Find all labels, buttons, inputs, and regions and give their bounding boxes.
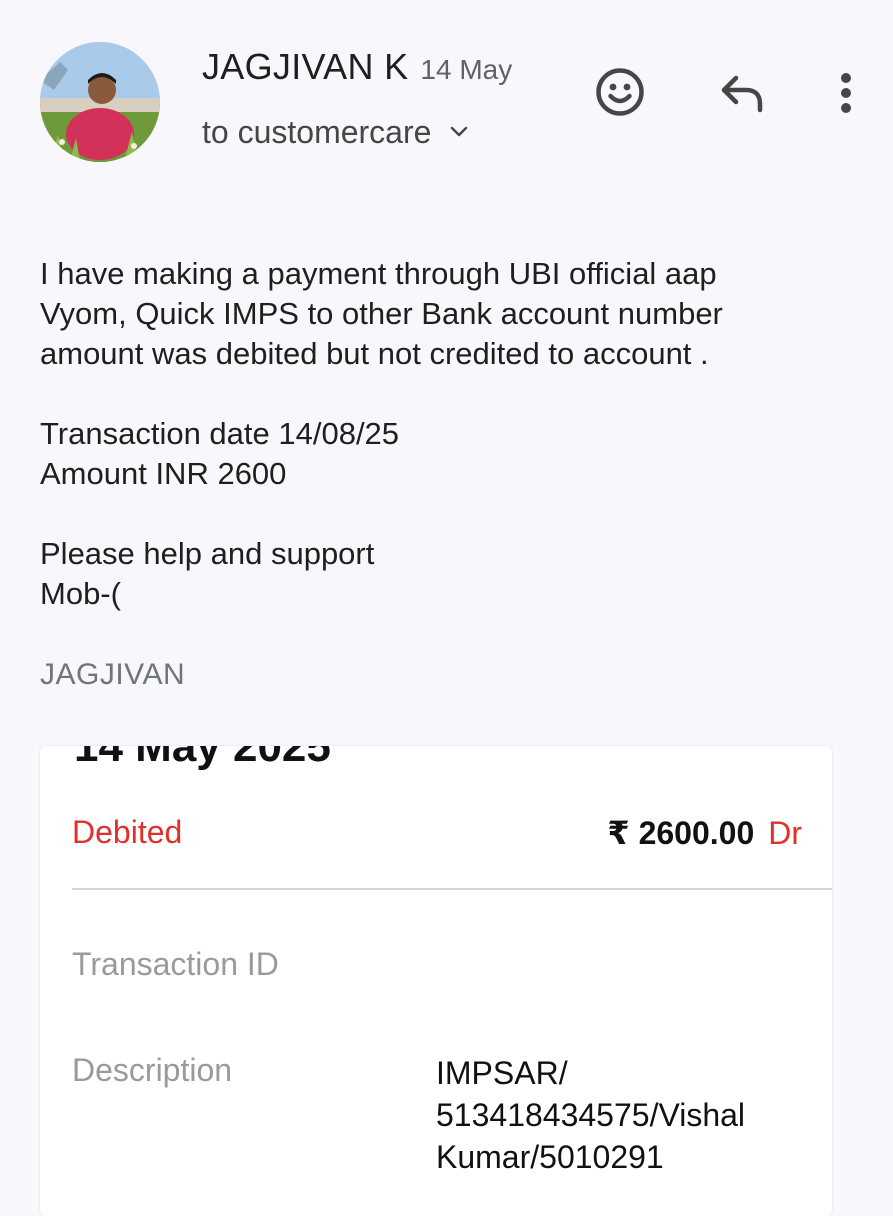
mobile-line: Mob-(: [40, 574, 860, 614]
body-line: I have making a payment through UBI offi…: [40, 256, 717, 291]
divider: [72, 888, 832, 890]
add-reaction-button[interactable]: [590, 62, 650, 122]
receipt-amount: ₹ 2600.00 Dr: [607, 814, 802, 852]
email-date: 14 May: [420, 54, 513, 85]
sender-avatar[interactable]: [40, 42, 160, 162]
description-line: Kumar/5010291: [436, 1139, 664, 1175]
description-line: IMPSAR/: [436, 1055, 568, 1091]
more-options-button[interactable]: [816, 62, 876, 122]
amount-value: ₹ 2600.00: [607, 815, 755, 851]
reply-icon: [721, 75, 763, 113]
more-vertical-icon: [841, 73, 851, 113]
description-value: IMPSAR/ 513418434575/Vishal Kumar/501029…: [436, 1052, 806, 1178]
chevron-down-icon: [451, 126, 468, 137]
recipient-label: to customercare: [202, 113, 432, 150]
debit-status: Debited: [72, 814, 183, 850]
mobile-label: Mob-(: [40, 576, 121, 611]
amount-type: Dr: [768, 815, 802, 851]
sender-name[interactable]: JAGJIVAN K: [202, 46, 408, 88]
help-line: Please help and support: [40, 536, 375, 571]
avatar-photo: [40, 42, 160, 162]
transaction-date-line: Transaction date 14/08/25: [40, 416, 400, 451]
reply-button[interactable]: [712, 62, 772, 122]
description-line: 513418434575/Vishal: [436, 1097, 746, 1133]
sender-row: JAGJIVAN K 14 May: [202, 46, 512, 90]
email-body: I have making a payment through UBI offi…: [40, 254, 860, 614]
recipient-details-toggle[interactable]: to customercare: [202, 112, 471, 152]
transaction-id-label: Transaction ID: [72, 946, 279, 982]
body-line: Vyom, Quick IMPS to other Bank account n…: [40, 296, 723, 331]
email-signature: JAGJIVAN: [40, 658, 186, 691]
description-label: Description: [72, 1052, 233, 1088]
receipt-date: 14 May 2025: [74, 746, 331, 771]
body-line: amount was debited but not credited to a…: [40, 336, 709, 371]
amount-line: Amount INR 2600: [40, 456, 287, 491]
email-header: JAGJIVAN K 14 May to customercare: [0, 0, 893, 200]
transaction-receipt-image: 14 May 2025 Debited ₹ 2600.00 Dr Transact…: [40, 746, 832, 1216]
emoji-smile-icon: [596, 68, 644, 116]
